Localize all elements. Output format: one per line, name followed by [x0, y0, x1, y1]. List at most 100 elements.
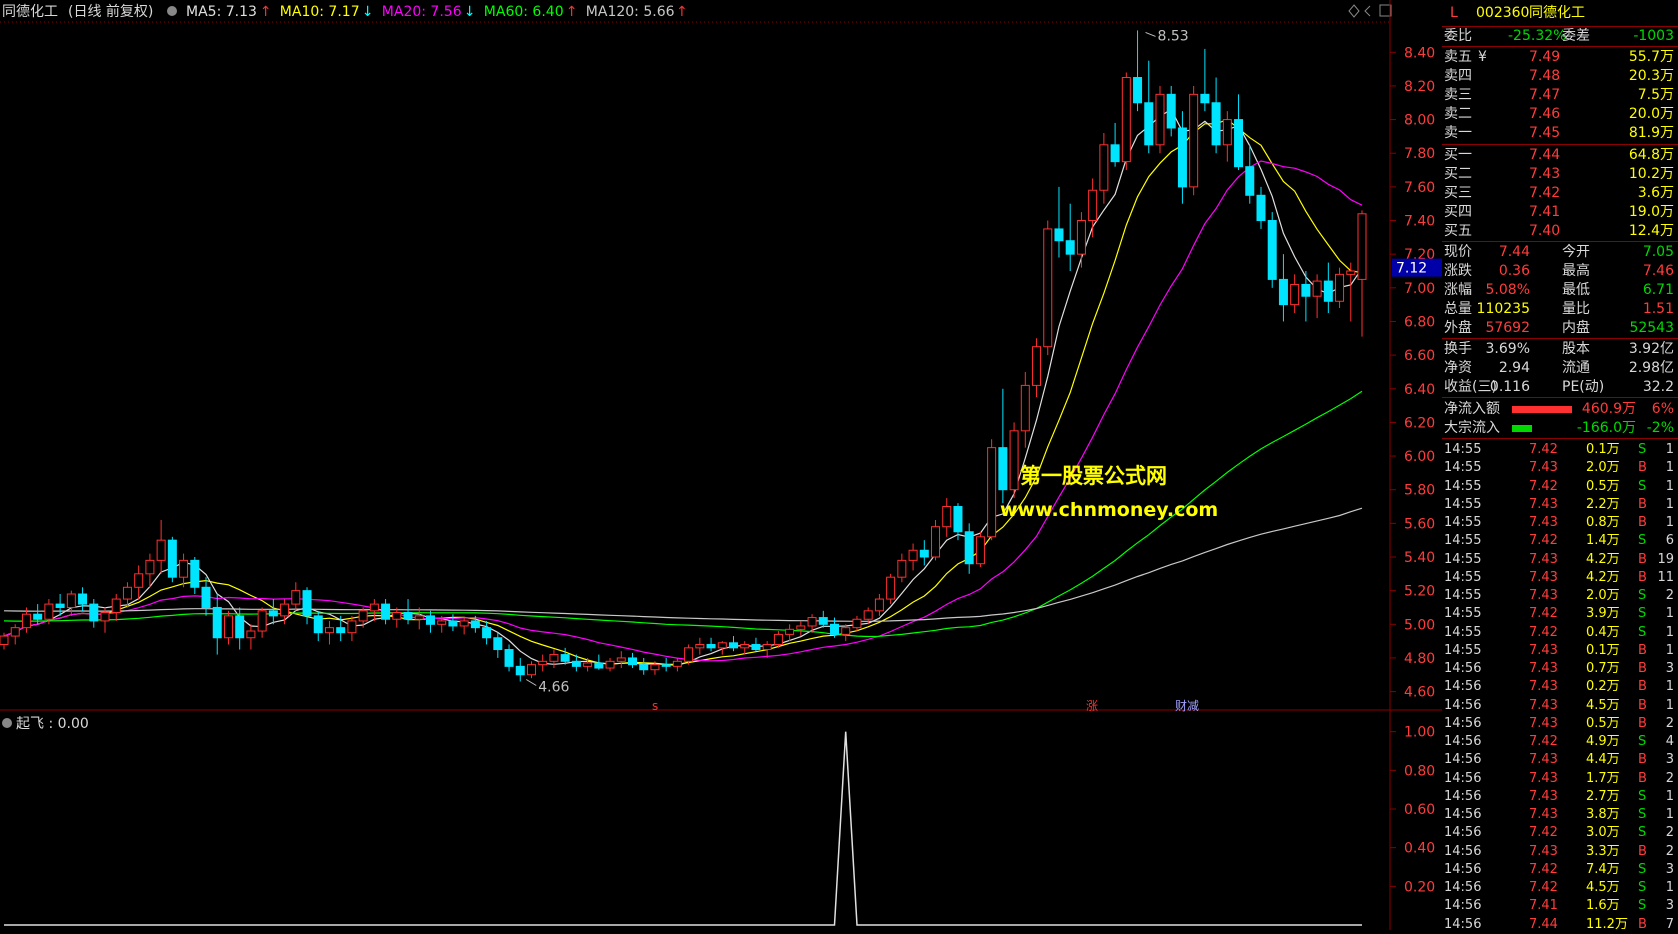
axis-label: 6.00: [1404, 449, 1435, 465]
quote-row: 净流入额 460.9万 6%: [1442, 400, 1678, 419]
tick-count: 1: [1665, 697, 1674, 713]
tick-side: B: [1638, 843, 1647, 859]
axis-label: 5.00: [1404, 617, 1435, 633]
quote-row: 14:55 7.43 4.2万 B 19: [1442, 551, 1678, 569]
quote-row: 换手 3.69% 股本 3.92亿: [1442, 340, 1678, 359]
tick-price: 7.43: [1529, 697, 1558, 713]
quote-row: 14:55 7.43 0.8万 B 1: [1442, 514, 1678, 532]
tick-price: 7.43: [1529, 642, 1558, 658]
tick-volume: 4.9万: [1586, 734, 1620, 749]
quote-row: 14:56 7.41 1.6万 S 3: [1442, 897, 1678, 915]
quote-row: 卖三 7.47 7.5万: [1442, 86, 1678, 105]
settings-dot-icon[interactable]: [167, 6, 177, 16]
ma-legend-item: MA20: 7.56: [382, 4, 462, 20]
tick-side: S: [1638, 861, 1647, 877]
tick-price: 7.43: [1529, 807, 1558, 822]
candle-body: [1009, 430, 1019, 491]
sub-settings-dot-icon[interactable]: [2, 718, 12, 728]
tick-count: 6: [1665, 533, 1674, 549]
candle-body: [122, 586, 132, 600]
bid-label: 买一: [1444, 147, 1472, 163]
ma-line-ma10: [3, 118, 1363, 665]
candle-body: [1054, 228, 1064, 242]
sub-axis-label: 1.00: [1404, 725, 1435, 741]
chart-canvas[interactable]: 同德化工 (日线 前复权) MA5: 7.13 ↑ MA10: 7.17 ↓ MA20:…: [0, 0, 1442, 930]
flow-label: 大宗流入: [1444, 420, 1500, 436]
candle-body: [482, 627, 492, 639]
tick-side: S: [1638, 788, 1647, 804]
sub-axis-label: 0.20: [1404, 879, 1435, 895]
quote-row: 14:56 7.43 4.4万 B 3: [1442, 751, 1678, 769]
candle-body: [1133, 77, 1143, 104]
candle-body: [201, 586, 211, 608]
candle-body: [863, 610, 873, 620]
bid-label: 买五: [1444, 223, 1472, 239]
current-price-value: 7.12: [1396, 261, 1427, 277]
bid-label: 买二: [1444, 166, 1472, 182]
quote-row: 14:56 7.44 11.2万 B 7: [1442, 916, 1678, 934]
candle-body: [1346, 270, 1356, 275]
tick-volume: 0.2万: [1586, 679, 1620, 695]
candle-body: [1245, 166, 1255, 196]
tick-price: 7.43: [1529, 679, 1558, 695]
candle-body: [493, 637, 503, 651]
stat2-value-2: 3.92亿: [1628, 341, 1674, 357]
tick-price: 7.42: [1529, 880, 1558, 895]
tick-time: 14:56: [1444, 734, 1482, 749]
ask-label: 卖五: [1444, 49, 1472, 65]
flow-bar: [1512, 425, 1532, 432]
diamond-icon[interactable]: [1348, 4, 1360, 18]
tick-time: 14:56: [1444, 898, 1482, 914]
tick-side: S: [1638, 825, 1647, 841]
candle-body: [729, 642, 739, 649]
tick-price: 7.43: [1529, 551, 1558, 567]
candle-body: [246, 630, 256, 639]
candle-body: [167, 539, 177, 578]
ma-line-ma5: [3, 108, 1363, 666]
tick-price: 7.42: [1529, 533, 1558, 549]
candle-body: [987, 447, 997, 538]
tick-count: 4: [1665, 734, 1674, 749]
ask-volume: 55.7万: [1628, 49, 1674, 65]
tick-volume: 0.5万: [1586, 715, 1620, 731]
stat-label-2: 内盘: [1562, 320, 1590, 336]
quote-row: 14:56 7.43 0.2万 B 1: [1442, 678, 1678, 696]
bid-volume: 10.2万: [1628, 166, 1674, 182]
bid-volume: 12.4万: [1628, 223, 1674, 239]
stat-label: 涨跌: [1444, 263, 1472, 279]
flow-pct: -2%: [1646, 420, 1674, 436]
tick-price: 7.43: [1529, 496, 1558, 512]
stat2-label-2: 股本: [1562, 341, 1590, 357]
tick-count: 1: [1665, 642, 1674, 658]
tick-side: B: [1638, 642, 1647, 658]
tick-count: 1: [1665, 496, 1674, 512]
tick-price: 7.42: [1529, 734, 1558, 749]
ask-volume: 20.3万: [1628, 68, 1674, 84]
weibi-value: -25.32%: [1508, 28, 1567, 44]
tick-count: 3: [1665, 861, 1674, 877]
tick-time: 14:56: [1444, 697, 1482, 713]
flow-value: -166.0万: [1576, 420, 1636, 436]
axis-label: 8.20: [1404, 79, 1435, 95]
candle-body: [796, 625, 806, 630]
chevron-left-icon[interactable]: [1364, 5, 1371, 17]
tick-volume: 4.4万: [1586, 752, 1620, 768]
tick-count: 19: [1657, 551, 1674, 567]
candle-body: [100, 612, 110, 622]
quote-row: L 002360 同德化工: [1442, 4, 1678, 23]
tick-volume: 3.8万: [1586, 807, 1620, 822]
tick-price: 7.43: [1529, 588, 1558, 603]
candle-body: [1278, 278, 1288, 306]
stat-label-2: 量比: [1562, 301, 1590, 317]
candle-body: [1335, 273, 1345, 302]
tick-price: 7.41: [1529, 898, 1558, 914]
quote-row: 14:56 7.43 2.7万 S 1: [1442, 788, 1678, 806]
tick-count: 2: [1665, 588, 1674, 603]
ask-label: 卖四: [1444, 68, 1472, 84]
restore-icon[interactable]: [1379, 4, 1392, 17]
ask-volume: 7.5万: [1637, 87, 1674, 103]
tick-count: 2: [1665, 715, 1674, 731]
axis-label: 5.80: [1404, 483, 1435, 499]
tick-count: 1: [1665, 606, 1674, 622]
candle-body: [1290, 283, 1300, 306]
